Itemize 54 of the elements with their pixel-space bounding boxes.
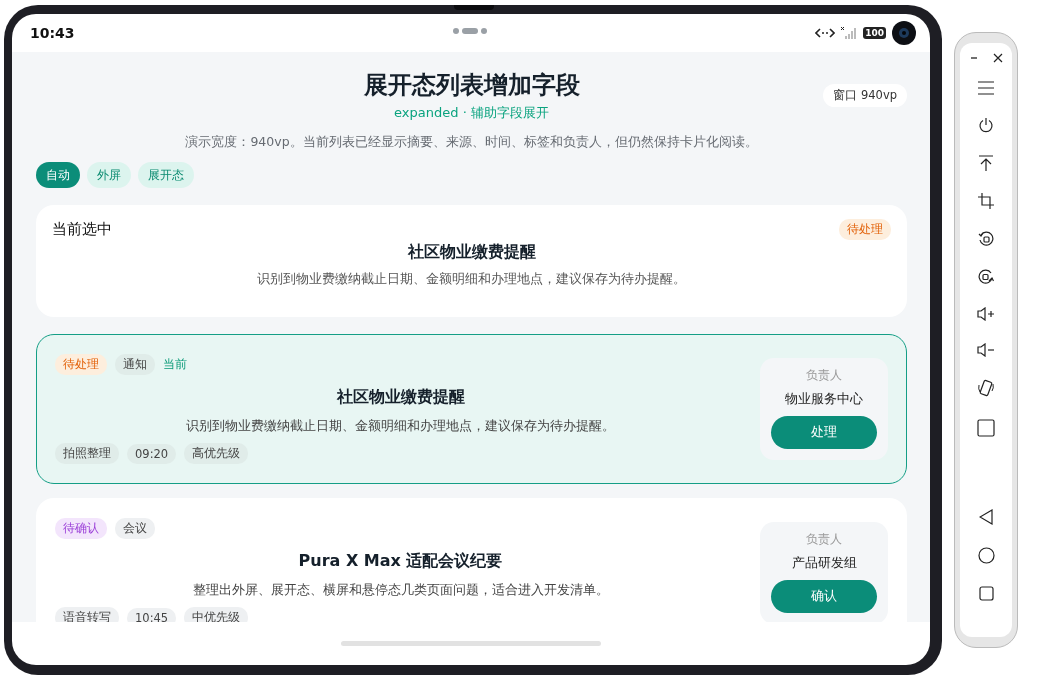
- category-tag: 会议: [115, 518, 155, 539]
- volume-up-icon[interactable]: [977, 307, 995, 321]
- crop-icon[interactable]: [978, 193, 994, 209]
- camera-icon: [892, 21, 916, 45]
- status-time: 10:43: [30, 25, 75, 41]
- rotate-left-icon[interactable]: [978, 231, 994, 247]
- card-label: 当前选中: [52, 220, 112, 239]
- shake-phone-icon[interactable]: [978, 379, 994, 397]
- status-tag: 待处理: [55, 354, 107, 375]
- menu-icon[interactable]: [978, 81, 994, 95]
- status-tag: 待确认: [55, 518, 107, 539]
- owner-label: 负责人: [806, 368, 842, 383]
- meta-tag: 10:45: [127, 607, 177, 622]
- page-description: 演示宽度：940vp。当前列表已经显示摘要、来源、时间、标签和负责人，但仍然保持卡片化阅读。: [184, 134, 759, 151]
- card-title: 社区物业缴费提醒: [335, 387, 466, 408]
- card-title: 社区物业缴费提醒: [406, 242, 537, 263]
- page-title: 展开态列表增加字段: [363, 70, 580, 101]
- owner-name: 产品研发组: [791, 554, 857, 572]
- card-summary: 识别到物业费缴纳截止日期、金额明细和办理地点，建议保存为待办提醒。: [185, 418, 616, 435]
- back-icon[interactable]: [979, 509, 993, 525]
- list-card[interactable]: 待处理 通知 当前 社区物业缴费提醒 识别到物业费缴纳截止日期、金额明细和办理地点，建议保存为待办提醒。 拍照整理 09:20 高优先级 负责人 物业服务中心 处理: [36, 334, 907, 484]
- network-arrows-icon: [815, 27, 836, 39]
- category-tag: 通知: [115, 354, 155, 375]
- window-width-badge: 窗口 940vp: [823, 84, 907, 107]
- owner-name: 物业服务中心: [785, 390, 863, 408]
- rotate-right-icon[interactable]: [978, 269, 994, 285]
- card-summary: 识别到物业费缴纳截止日期、金额明细和办理地点，建议保存为待办提醒。: [256, 271, 687, 288]
- meta-tag: 09:20: [127, 443, 177, 464]
- filter-chip[interactable]: 外屏: [87, 162, 131, 188]
- battery-level: 100: [863, 27, 886, 39]
- filter-chip[interactable]: 展开态: [138, 162, 194, 188]
- list-card[interactable]: 待确认 会议 Pura X Max 适配会议纪要 整理出外屏、展开态、横屏和悬停态几类页面问题，适合进入开发清单。 语音转写 10:45 中优先级 负责人 产品研发组 确认: [36, 498, 907, 622]
- page-subtitle: expanded · 辅助字段展开: [394, 104, 549, 122]
- action-button[interactable]: 确认: [771, 580, 877, 613]
- home-icon[interactable]: [977, 547, 995, 564]
- filter-chip[interactable]: 自动: [36, 162, 80, 188]
- volume-down-icon[interactable]: [977, 343, 995, 357]
- upload-icon[interactable]: [978, 155, 994, 171]
- status-tag: 待处理: [839, 219, 891, 240]
- window-handle-icon: [453, 27, 487, 35]
- signal-icon: [841, 27, 858, 39]
- card-title: Pura X Max 适配会议纪要: [297, 551, 504, 572]
- meta-tag: 中优先级: [184, 607, 249, 622]
- meta-tag: 高优先级: [184, 443, 249, 464]
- power-icon[interactable]: [978, 117, 994, 133]
- action-button[interactable]: 处理: [771, 416, 877, 449]
- window-icon[interactable]: [977, 419, 995, 437]
- current-tag: 当前: [163, 357, 187, 372]
- card-summary: 整理出外屏、展开态、横屏和悬停态几类页面问题，适合进入开发清单。: [191, 582, 610, 599]
- meta-tag: 拍照整理: [55, 443, 119, 464]
- close-icon[interactable]: [993, 53, 1003, 63]
- owner-label: 负责人: [806, 532, 842, 547]
- recent-apps-icon[interactable]: [978, 586, 994, 601]
- meta-tag: 语音转写: [55, 607, 119, 622]
